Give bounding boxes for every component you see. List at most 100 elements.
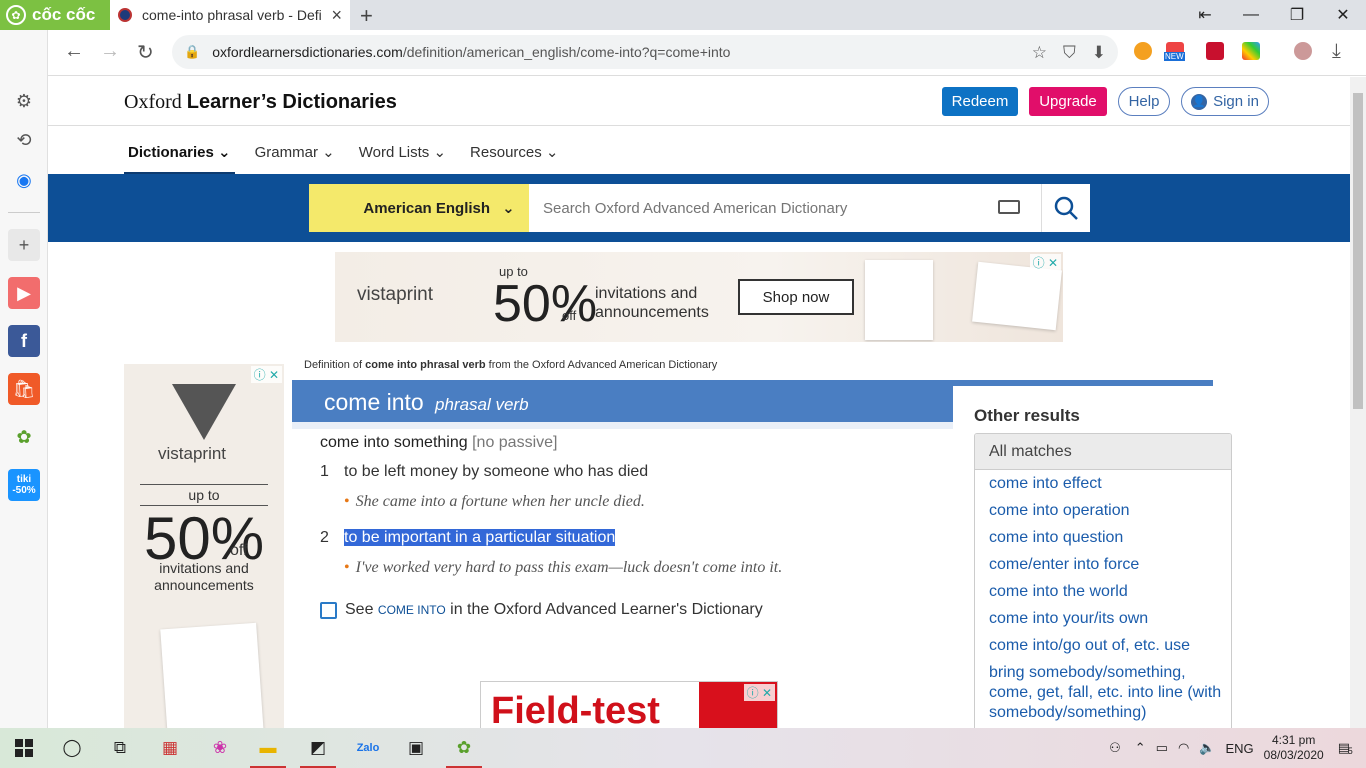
sticky-notes-icon[interactable]: ◩: [294, 728, 342, 768]
side-ad-text: invitations and announcements: [124, 560, 284, 594]
tiki-label: tiki: [16, 474, 32, 485]
nav-grammar[interactable]: Grammar ⌄: [251, 133, 339, 175]
nav-resources[interactable]: Resources ⌄: [466, 133, 562, 175]
other-results-heading: Other results: [974, 406, 1080, 425]
nav-dictionaries[interactable]: Dictionaries ⌄: [124, 133, 235, 175]
search-input[interactable]: [529, 184, 1041, 232]
bottom-ad[interactable]: Field-test ⓘ ✕: [480, 681, 778, 728]
adchoices-icon[interactable]: ⓘ ✕: [1029, 254, 1061, 271]
language-indicator[interactable]: ENG: [1225, 741, 1253, 756]
see-also-link[interactable]: See come into in the Oxford Advanced Lea…: [320, 601, 763, 619]
shield-icon[interactable]: ⛉: [1063, 43, 1076, 63]
zalo-icon[interactable]: Zalo: [344, 728, 392, 768]
scrollbar-thumb[interactable]: [1353, 93, 1363, 409]
side-ad-text-line2: announcements: [154, 577, 254, 593]
ad-brand: vistaprint: [357, 284, 434, 305]
note-pre: Definition of: [304, 359, 366, 371]
clock[interactable]: 4:31 pm 08/03/2020: [1264, 733, 1324, 763]
site-logo[interactable]: Oxford Learner’s Dictionaries: [124, 91, 397, 114]
extension-new-icon[interactable]: NEW: [1164, 42, 1185, 61]
history-icon[interactable]: ⟲: [8, 124, 40, 156]
page-scrollbar[interactable]: [1350, 77, 1366, 728]
lock-icon[interactable]: 🔒: [184, 44, 200, 60]
other-result-link[interactable]: come into operation: [989, 501, 1231, 521]
extension-chrome-icon[interactable]: [1134, 42, 1152, 60]
windows-start-icon[interactable]: [0, 728, 48, 768]
banner-ad[interactable]: vistaprint up to 50% off invitations and…: [335, 252, 1063, 342]
wifi-icon[interactable]: ◠: [1178, 740, 1189, 756]
tiki-icon[interactable]: tiki -50%: [8, 469, 40, 501]
new-tab-icon[interactable]: +: [360, 3, 373, 29]
help-button[interactable]: Help: [1118, 87, 1170, 116]
file-explorer-icon[interactable]: ▬: [244, 728, 292, 768]
nav-word-lists[interactable]: Word Lists ⌄: [355, 133, 450, 175]
adchoices-icon[interactable]: ⓘ ✕: [250, 366, 282, 383]
side-ad[interactable]: vistaprint up to 50% off invitations and…: [124, 364, 284, 728]
other-result-link[interactable]: come into effect: [989, 474, 1231, 494]
other-result-link[interactable]: come/enter into force: [989, 555, 1231, 575]
other-result-link[interactable]: come into question: [989, 528, 1231, 548]
clock-time: 4:31 pm: [1271, 733, 1316, 747]
task-view-icon[interactable]: ⧉: [96, 728, 144, 768]
browser-brand[interactable]: ✿ cốc cốc: [0, 0, 110, 30]
tab-search-icon[interactable]: ⇤: [1182, 0, 1228, 30]
chevron-down-icon: ⌄: [433, 144, 447, 161]
app-icon-1[interactable]: ▦: [146, 728, 194, 768]
sense-1: 1 to be left money by someone who has die…: [320, 463, 648, 481]
browser-tab[interactable]: come-into phrasal verb - Defi ×: [110, 0, 350, 30]
search-band: American English ⌄: [48, 174, 1350, 242]
search-icon: [1054, 196, 1078, 220]
notification-icon[interactable]: ▤ 5: [1338, 740, 1353, 756]
app-icon-2[interactable]: ❀: [196, 728, 244, 768]
battery-icon[interactable]: ▭: [1156, 740, 1168, 756]
downloads-icon[interactable]: ⤓: [1332, 40, 1341, 63]
tray-up-icon[interactable]: ⌃: [1135, 740, 1146, 756]
close-window-icon[interactable]: ✕: [1320, 0, 1366, 30]
reload-icon[interactable]: ↻: [137, 40, 154, 65]
facebook-icon[interactable]: f: [8, 325, 40, 357]
minimize-icon[interactable]: —: [1228, 0, 1274, 30]
ad-shop-button[interactable]: Shop now: [738, 279, 854, 315]
keyboard-icon[interactable]: [998, 200, 1020, 214]
forward-icon[interactable]: →: [100, 40, 120, 63]
people-icon[interactable]: ⚇: [1109, 740, 1121, 756]
app-icon-3[interactable]: ▣: [392, 728, 440, 768]
settings-gear-icon[interactable]: ⚙: [8, 85, 40, 117]
page-content: Oxford Learner’s Dictionaries Redeem Upg…: [48, 77, 1350, 728]
see-link[interactable]: come into: [378, 603, 446, 617]
extension-red-icon[interactable]: [1206, 42, 1224, 60]
ad-text: invitations and announcements: [595, 284, 709, 322]
search-button[interactable]: [1041, 184, 1090, 232]
download-page-icon[interactable]: ⬇: [1092, 43, 1106, 63]
restore-icon[interactable]: ❐: [1274, 0, 1320, 30]
adchoices-icon[interactable]: ⓘ ✕: [743, 684, 775, 701]
address-bar[interactable]: 🔒 oxfordlearnersdictionaries.com /defini…: [172, 35, 1118, 69]
other-result-link[interactable]: come into/go out of, etc. use: [989, 636, 1231, 656]
upgrade-button[interactable]: Upgrade: [1029, 87, 1107, 116]
vistaprint-logo-icon: [172, 384, 236, 440]
system-tray: ⚇ ⌃ ▭ ◠ 🔈 ENG 4:31 pm 08/03/2020 ▤ 5: [1109, 728, 1366, 768]
coccoc-app-icon[interactable]: ✿: [8, 421, 40, 453]
redeem-button[interactable]: Redeem: [942, 87, 1018, 116]
back-icon[interactable]: ←: [64, 40, 84, 63]
messenger-icon[interactable]: ◉: [8, 164, 40, 196]
volume-icon[interactable]: 🔈: [1199, 740, 1215, 756]
all-matches-tab[interactable]: All matches: [975, 434, 1231, 470]
sense-definition-selected[interactable]: to be important in a particular situatio…: [344, 529, 616, 546]
signin-button[interactable]: 👤 Sign in: [1181, 87, 1269, 116]
search-circle-icon[interactable]: ◯: [48, 728, 96, 768]
youtube-icon[interactable]: ▶: [8, 277, 40, 309]
extension-color-icon[interactable]: [1242, 42, 1260, 60]
add-panel-icon[interactable]: +: [8, 229, 40, 261]
close-tab-icon[interactable]: ×: [331, 5, 342, 26]
other-result-link[interactable]: come into your/its own: [989, 609, 1231, 629]
shopee-icon[interactable]: 🛍: [8, 373, 40, 405]
brand-label: cốc cốc: [32, 5, 96, 24]
dictionary-select[interactable]: American English ⌄: [309, 184, 529, 232]
other-result-link[interactable]: come into the world: [989, 582, 1231, 602]
other-result-link[interactable]: bring somebody/something, come, get, fal…: [989, 663, 1231, 723]
bookmark-star-icon[interactable]: ☆: [1032, 43, 1047, 63]
see-post: in the Oxford Advanced Learner's Diction…: [445, 601, 763, 618]
coccoc-taskbar-icon[interactable]: ✿: [440, 728, 488, 768]
profile-avatar[interactable]: [1294, 42, 1312, 60]
